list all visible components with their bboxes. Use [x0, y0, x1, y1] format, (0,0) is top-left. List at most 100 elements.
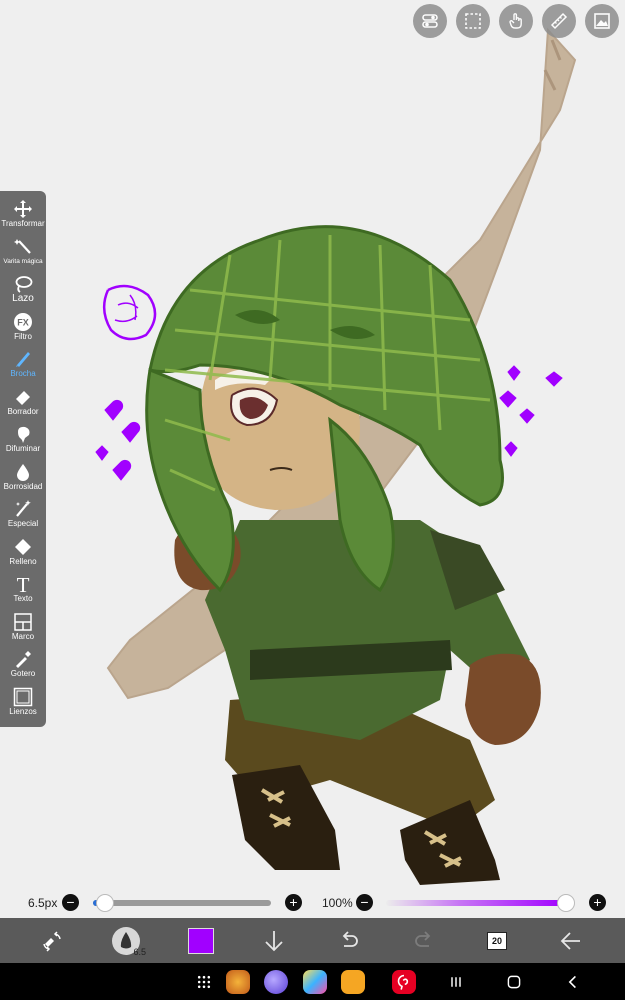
hand-icon [509, 13, 522, 29]
tool-label: Relleno [9, 556, 37, 566]
pinterest-logo-icon [397, 974, 409, 990]
tool-label: Especial [7, 519, 39, 528]
size-increase-button[interactable]: + [285, 894, 302, 911]
back-button[interactable] [556, 926, 586, 956]
tool-special[interactable]: Especial [0, 499, 46, 537]
ruler-icon [550, 12, 568, 30]
artwork [95, 27, 577, 885]
size-decrease-button[interactable]: − [62, 894, 79, 911]
current-color-swatch [188, 928, 214, 954]
undo-button[interactable] [334, 926, 364, 956]
swap-tools-icon [43, 931, 61, 952]
paint-app-icon [303, 970, 327, 994]
tool-label: Borrosidad [3, 481, 43, 491]
redo-button[interactable] [409, 926, 439, 956]
tool-label: Gotero [10, 669, 36, 678]
text-icon: T [17, 574, 30, 594]
brush-size-small: 6.5 [133, 947, 146, 957]
system-nav-bar [0, 963, 625, 1000]
arrow-down-icon [265, 931, 283, 952]
text-glyph: T [17, 574, 30, 594]
move-icon [14, 200, 32, 218]
opacity-increase-button[interactable]: + [589, 894, 606, 911]
recents-button[interactable] [443, 969, 469, 995]
tool-fill[interactable]: Relleno [0, 537, 46, 575]
selection-button[interactable] [456, 4, 490, 38]
tool-lasso[interactable]: Lazo [0, 274, 46, 312]
tool-smudge[interactable]: Difuminar [0, 424, 46, 462]
layer-down-button[interactable] [259, 926, 289, 956]
quick-tools [413, 4, 619, 38]
tool-text[interactable]: T Texto [0, 574, 46, 612]
special-icon [16, 500, 31, 517]
layers-button[interactable]: 20 [482, 926, 512, 956]
opacity-slider[interactable] [386, 900, 566, 906]
tool-brush[interactable]: Brocha [0, 349, 46, 387]
tool-blur[interactable]: Borrosidad [0, 462, 46, 500]
brush-size-knob[interactable] [96, 894, 114, 912]
fill-icon [15, 538, 31, 555]
folder-app-icon [341, 970, 365, 994]
reference-button[interactable] [585, 4, 619, 38]
fx-text: FX [17, 317, 29, 327]
ruler-button[interactable] [542, 4, 576, 38]
color-picker-button[interactable] [186, 926, 216, 956]
tool-label: Varita mágica [3, 257, 43, 265]
home-icon [507, 975, 521, 989]
brush-preview: 6.5 [112, 927, 146, 957]
brush-icon [16, 352, 30, 367]
app-drawer-button[interactable] [191, 969, 217, 995]
opacity-knob[interactable] [557, 894, 575, 912]
tool-canvas[interactable]: Lienzos [0, 687, 46, 725]
canvas-icon [13, 687, 33, 706]
lasso-icon [15, 276, 33, 293]
tool-label: Lazo [12, 293, 34, 304]
browser-app-icon [264, 970, 288, 994]
dashed-square-icon [465, 13, 481, 29]
opacity-decrease-button[interactable]: − [356, 894, 373, 911]
tool-label: Transformar [1, 219, 45, 228]
smudge-icon [18, 426, 30, 443]
arrow-left-icon [560, 932, 580, 950]
opacity-value: 100% [322, 896, 353, 910]
dock-app-game[interactable] [225, 969, 251, 995]
eyedropper-icon [16, 651, 31, 668]
brush-size-slider[interactable] [93, 900, 271, 906]
game-app-icon [226, 970, 250, 994]
grid-icon [197, 975, 211, 989]
brush-size-value: 6.5px [28, 896, 58, 910]
fx-icon: FX [14, 312, 32, 331]
quick-swap-button[interactable] [37, 926, 67, 956]
nav-back-button[interactable] [560, 969, 586, 995]
tool-label: Marco [11, 631, 35, 641]
recents-icon [451, 977, 461, 987]
touch-button[interactable] [499, 4, 533, 38]
tool-magic-wand[interactable]: Varita mágica [0, 237, 46, 275]
tool-label: Difuminar [5, 444, 41, 453]
magic-wand-icon [14, 238, 31, 254]
tool-label: Filtro [14, 331, 32, 341]
undo-icon [342, 931, 358, 947]
layer-toggle-button[interactable] [413, 4, 447, 38]
dock-app-ibispaint[interactable] [302, 969, 328, 995]
image-icon [594, 13, 610, 29]
tool-label: Lienzos [9, 706, 37, 716]
redo-icon [415, 931, 431, 947]
drawing-canvas[interactable] [0, 0, 625, 888]
layers-count: 20 [487, 932, 507, 950]
dock-app-browser[interactable] [263, 969, 289, 995]
dock-app-pinterest[interactable] [391, 969, 417, 995]
tool-label: Brocha [10, 369, 36, 378]
home-button[interactable] [501, 969, 527, 995]
dock-app-files[interactable] [340, 969, 366, 995]
brush-slider-bar: 6.5px − + 100% − + [0, 888, 625, 918]
tool-eraser[interactable]: Borrador [0, 387, 46, 425]
tool-frame[interactable]: Marco [0, 612, 46, 650]
tool-filter[interactable]: FX Filtro [0, 312, 46, 350]
eraser-icon [16, 390, 30, 405]
brush-picker-button[interactable]: 6.5 [111, 926, 146, 957]
frame-icon [14, 612, 32, 631]
tool-label: Texto [13, 594, 33, 603]
tool-transform[interactable]: Transformar [0, 199, 46, 237]
tool-eyedropper[interactable]: Gotero [0, 649, 46, 687]
